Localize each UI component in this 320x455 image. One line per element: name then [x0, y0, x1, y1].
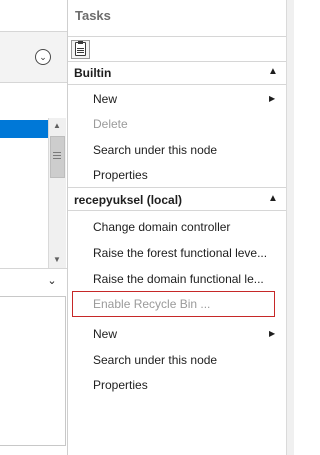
left-pane-header — [0, 31, 67, 83]
section-label-domain: recepyuksel (local) — [74, 193, 183, 207]
task-raise-domain-level[interactable]: Raise the domain functional le... — [93, 272, 264, 286]
task-raise-forest-level[interactable]: Raise the forest functional leve... — [93, 246, 267, 260]
scroll-up-arrow-icon[interactable]: ▲ — [48, 118, 66, 134]
task-change-domain-controller[interactable]: Change domain controller — [93, 220, 230, 234]
task-search-under-node[interactable]: Search under this node — [93, 143, 217, 157]
chevron-down-circle-icon[interactable]: ⌄ — [35, 49, 51, 65]
task-properties[interactable]: Properties — [93, 378, 148, 392]
clipboard-lines-icon — [77, 48, 84, 53]
chevron-down-icon[interactable]: ⌄ — [45, 274, 59, 288]
task-new[interactable]: New — [93, 92, 117, 106]
clipboard-clip-icon — [78, 41, 83, 44]
section-label-builtin: Builtin — [74, 66, 112, 80]
task-properties[interactable]: Properties — [93, 168, 148, 182]
scroll-down-arrow-icon[interactable]: ▼ — [48, 252, 66, 268]
chevron-up-icon[interactable]: ▲ — [268, 66, 278, 77]
task-search-under-node[interactable]: Search under this node — [93, 353, 217, 367]
selected-list-row[interactable] — [0, 120, 48, 138]
tasks-divider — [68, 36, 286, 37]
results-list[interactable] — [0, 83, 48, 268]
task-enable-recycle-bin[interactable]: Enable Recycle Bin ... — [93, 297, 210, 311]
task-new[interactable]: New — [93, 327, 117, 341]
triangle-right-icon: ▶ — [269, 329, 276, 338]
preview-pane — [0, 296, 66, 446]
task-delete[interactable]: Delete — [93, 117, 128, 131]
tasks-title: Tasks — [75, 8, 111, 23]
scrollbar-grip-icon — [53, 152, 61, 160]
tasks-scrollbar[interactable] — [286, 0, 294, 455]
chevron-up-icon[interactable]: ▲ — [268, 193, 278, 204]
left-pane-divider — [0, 268, 67, 269]
triangle-right-icon: ▶ — [269, 94, 276, 103]
